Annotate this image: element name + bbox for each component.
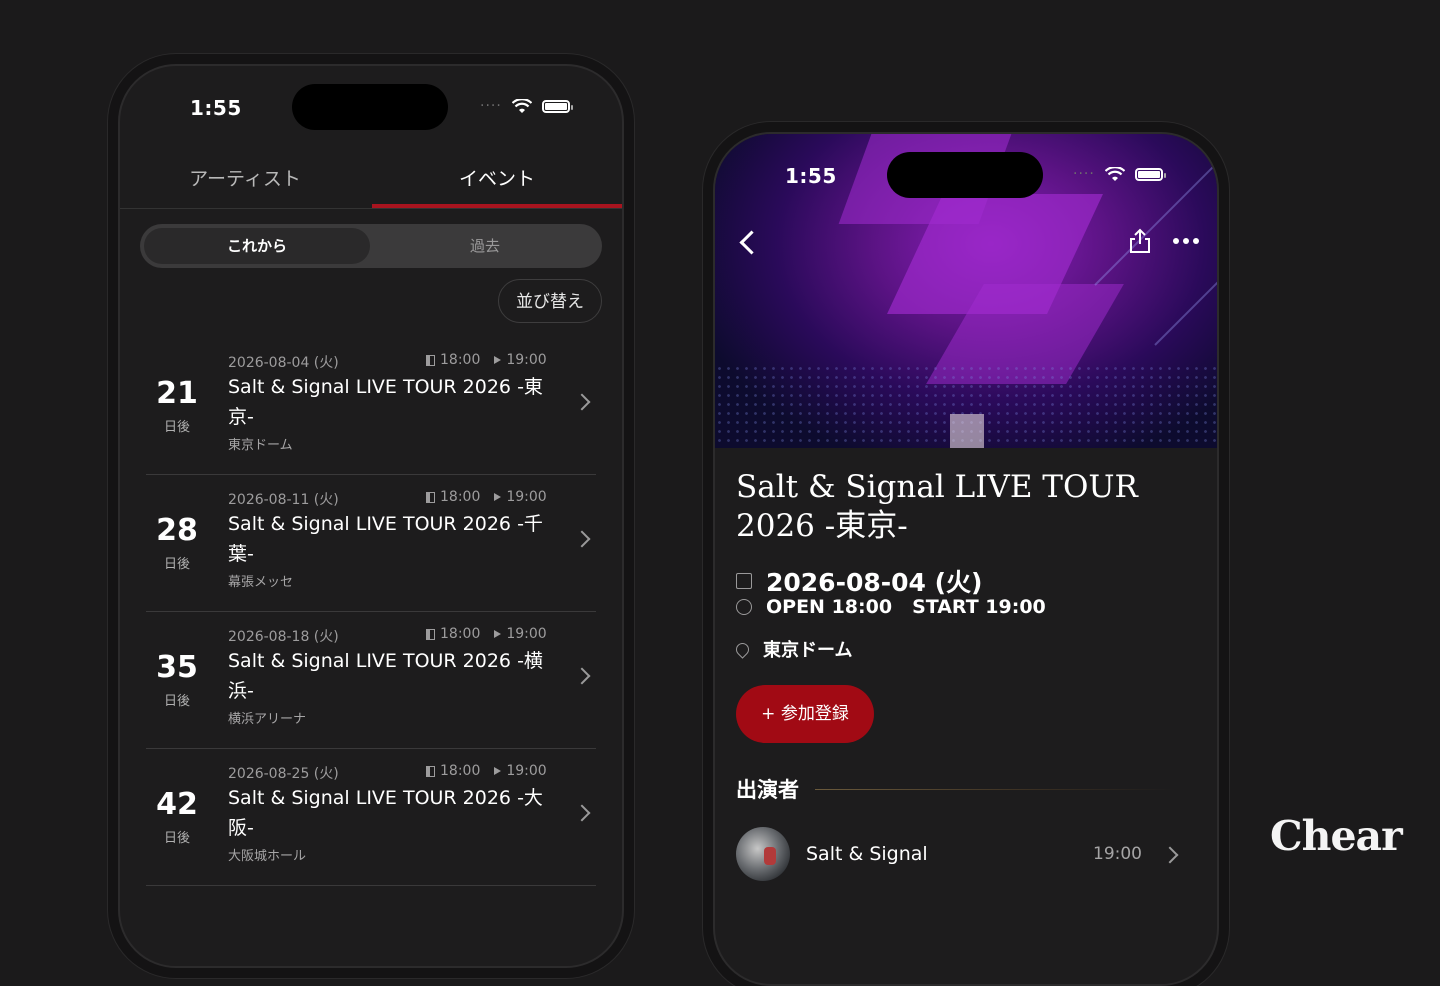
event-times: 18:00 19:00 (426, 763, 547, 779)
chevron-right-icon (573, 667, 591, 685)
start-time: 19:00 (506, 626, 547, 642)
days-unit: 日後 (163, 694, 190, 709)
event-title: Salt & Signal LIVE TOUR 2026 -横浜- (228, 650, 543, 702)
share-icon[interactable] (1129, 228, 1151, 254)
days-until: 42 (156, 787, 198, 822)
top-tabs: アーティスト イベント (120, 146, 622, 209)
battery-icon (1134, 167, 1166, 181)
performer-time: 19:00 (1093, 844, 1142, 864)
days-unit: 日後 (163, 557, 190, 572)
event-venue: 横浜アリーナ (228, 712, 307, 727)
event-list: 21 日後 2026-08-04 (火) 18:00 19:00 Salt & … (146, 338, 596, 886)
performer-row[interactable]: Salt & Signal 19:00 (736, 827, 1196, 883)
status-icons: ···· (480, 98, 573, 114)
open-time: 18:00 (440, 489, 481, 505)
open-time: 18:00 (440, 352, 481, 368)
list-item[interactable]: 21 日後 2026-08-04 (火) 18:00 19:00 Salt & … (146, 338, 596, 475)
days-until: 28 (156, 513, 198, 548)
signal-icon: ···· (480, 98, 502, 114)
event-venue: 東京ドーム (763, 640, 853, 661)
event-title: Salt & Signal LIVE TOUR 2026 -千葉- (228, 513, 543, 565)
open-time: 18:00 (440, 763, 481, 779)
chevron-right-icon (573, 393, 591, 411)
days-unit: 日後 (163, 420, 190, 435)
event-title: Salt & Signal LIVE TOUR 2026 -大阪- (228, 787, 543, 839)
event-venue: 東京ドーム (228, 438, 293, 453)
dynamic-island (292, 84, 448, 130)
event-date: 2026-08-04 (火) (228, 355, 339, 371)
wifi-icon (511, 98, 532, 113)
event-date: 2026-08-25 (火) (228, 766, 339, 782)
event-venue: 幕張メッセ (228, 575, 294, 590)
days-until: 35 (156, 650, 198, 685)
days-until: 21 (156, 376, 198, 411)
dynamic-island (887, 152, 1043, 198)
divider (815, 788, 1175, 790)
list-item[interactable]: 35 日後 2026-08-18 (火) 18:00 19:00 Salt & … (146, 612, 596, 749)
event-title: Salt & Signal LIVE TOUR 2026 -東京- (228, 376, 543, 428)
play-icon (494, 767, 502, 775)
wifi-icon (1104, 166, 1125, 181)
tab-event[interactable]: イベント (372, 164, 622, 191)
chevron-right-icon (573, 530, 591, 548)
start-time: 19:00 (506, 352, 547, 368)
performer-name: Salt & Signal (806, 843, 928, 865)
play-icon (494, 630, 502, 638)
status-icons: ···· (1073, 166, 1166, 182)
time-row: OPEN 18:00 START 19:00 (736, 596, 1046, 618)
list-item[interactable]: 28 日後 2026-08-11 (火) 18:00 19:00 Salt & … (146, 475, 596, 612)
status-time: 1:55 (190, 96, 242, 120)
event-venue: 大阪城ホール (228, 849, 307, 864)
event-date: 2026-08-04 (火) (766, 568, 983, 597)
register-button[interactable]: + 参加登録 (736, 685, 874, 743)
open-time: 18:00 (440, 626, 481, 642)
event-date: 2026-08-18 (火) (228, 629, 339, 645)
active-tab-indicator (372, 204, 622, 208)
open-time: OPEN 18:00 (766, 596, 893, 618)
more-icon[interactable] (1173, 238, 1199, 244)
play-icon (494, 356, 502, 364)
location-pin-icon (733, 639, 752, 659)
door-icon (426, 491, 435, 503)
signal-icon: ···· (1073, 166, 1095, 182)
event-times: 18:00 19:00 (426, 489, 547, 505)
calendar-icon (736, 573, 752, 589)
status-time: 1:55 (785, 164, 837, 188)
performers-heading: 出演者 (736, 778, 799, 802)
performers-header: 出演者 (736, 774, 1175, 804)
event-list-phone: 1:55 ···· アーティスト イベント これから 過去 並び替え 21 日後… (118, 64, 624, 968)
event-times: 18:00 19:00 (426, 352, 547, 368)
avatar (736, 827, 790, 881)
clock-icon (736, 599, 752, 615)
segment-upcoming[interactable]: これから (144, 228, 370, 264)
start-time: START 19:00 (912, 596, 1046, 618)
venue-row: 東京ドーム (733, 636, 853, 662)
chevron-right-icon (573, 804, 591, 822)
segment-past[interactable]: 過去 (372, 228, 598, 264)
date-row: 2026-08-04 (火) (736, 563, 982, 599)
tab-artist[interactable]: アーティスト (120, 164, 370, 191)
brand-logo: Chear (1270, 812, 1403, 860)
start-time: 19:00 (506, 489, 547, 505)
sort-button[interactable]: 並び替え (498, 279, 602, 323)
chevron-right-icon (1161, 846, 1179, 864)
event-date: 2026-08-11 (火) (228, 492, 339, 508)
door-icon (426, 354, 435, 366)
door-icon (426, 628, 435, 640)
start-time: 19:00 (506, 763, 547, 779)
door-icon (426, 765, 435, 777)
time-segment-control: これから 過去 (140, 224, 602, 268)
battery-icon (541, 99, 573, 113)
event-detail-phone: 1:55 ···· Salt & Signal LIVE TOUR 2026 -… (713, 132, 1219, 986)
event-title: Salt & Signal LIVE TOUR 2026 -東京- (736, 469, 1138, 544)
list-item[interactable]: 42 日後 2026-08-25 (火) 18:00 19:00 Salt & … (146, 749, 596, 886)
days-unit: 日後 (163, 831, 190, 846)
play-icon (494, 493, 502, 501)
event-times: 18:00 19:00 (426, 626, 547, 642)
